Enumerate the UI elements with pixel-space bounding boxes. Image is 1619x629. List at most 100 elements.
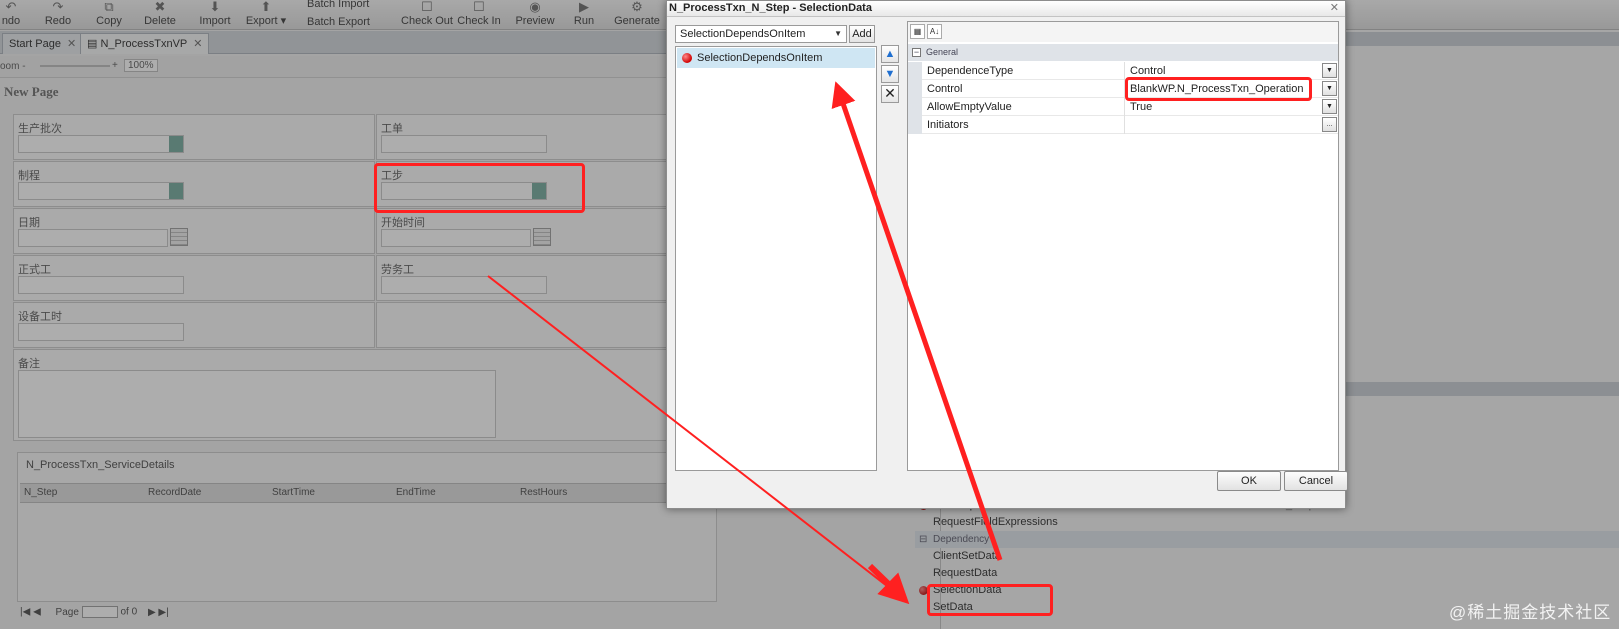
copy-icon: ⧉	[104, 0, 114, 14]
undo-button[interactable]: ↶ ndo	[0, 0, 22, 30]
equipment-hours-input[interactable]	[18, 323, 184, 341]
page-title: New Page	[4, 84, 59, 99]
property-row[interactable]: RequestData	[915, 565, 1619, 582]
remove-button[interactable]: ✕	[881, 85, 899, 103]
batch-input[interactable]	[18, 135, 184, 153]
form-canvas: 生产批次 工单 制程 工步 日期 开始时间 正式工 劳务工 设备工时 备注	[13, 114, 763, 454]
property-grid-toolbar: ▦ A↓	[908, 22, 1338, 42]
check-in-button[interactable]: ☐ Check In	[457, 0, 501, 30]
dropdown-icon[interactable]	[532, 183, 546, 199]
tab-start-page[interactable]: Start Page ✕	[2, 33, 84, 54]
grid-row-dependencetype[interactable]: DependenceType Control ▼	[908, 62, 1338, 80]
step-input[interactable]	[381, 182, 547, 200]
close-icon[interactable]: ✕	[193, 38, 202, 50]
required-dot-icon	[682, 53, 692, 63]
dropdown-button[interactable]: ▼	[1322, 63, 1337, 78]
ellipsis-button[interactable]: ...	[1322, 117, 1337, 132]
field-date[interactable]: 日期	[13, 208, 375, 254]
export-icon: ⬆	[260, 0, 272, 14]
page-icon: ▤	[87, 38, 101, 50]
page-number-input[interactable]	[81, 606, 118, 618]
move-up-button[interactable]: ▲	[881, 45, 899, 63]
preview-button[interactable]: ◉ Preview	[515, 0, 555, 30]
collapse-icon[interactable]: ⊟	[919, 531, 927, 548]
first-page-icon[interactable]: |◀ ◀	[20, 607, 41, 618]
batch-buttons: Batch Import Batch Export	[307, 0, 370, 31]
preview-icon: ◉	[529, 0, 541, 14]
redo-button[interactable]: ↷ Redo	[44, 0, 72, 30]
zoom-in-button[interactable]: +	[112, 60, 118, 71]
import-button[interactable]: ⬇ Import	[197, 0, 233, 30]
batch-import-button[interactable]: Batch Import	[307, 0, 370, 13]
categorized-icon[interactable]: ▦	[910, 24, 925, 39]
list-item[interactable]: SelectionDependsOnItem	[677, 48, 875, 68]
run-icon: ▶	[579, 0, 589, 14]
export-button[interactable]: ⬆ Export ▾	[245, 0, 287, 30]
grid-row-allowemptyvalue[interactable]: AllowEmptyValue True ▼	[908, 98, 1338, 116]
dropdown-icon[interactable]	[169, 136, 183, 152]
tab-n-processtxnvp[interactable]: ▤ N_ProcessTxnVP ✕	[80, 33, 210, 54]
property-grid: ▦ A↓ − General DependenceType Control ▼ …	[907, 21, 1339, 471]
add-button[interactable]: Add	[849, 25, 875, 43]
close-icon[interactable]: ✕	[1330, 1, 1339, 16]
property-row[interactable]: RequestFieldExpressions	[915, 514, 1619, 531]
copy-button[interactable]: ⧉ Copy	[94, 0, 124, 30]
arrow-down-icon: ▼	[884, 68, 896, 80]
ok-button[interactable]: OK	[1217, 471, 1281, 491]
zoom-bar: oom - + 100%	[0, 56, 680, 78]
redo-icon: ↷	[52, 0, 64, 14]
dropdown-button[interactable]: ▼	[1322, 99, 1337, 114]
cancel-button[interactable]: Cancel	[1284, 471, 1348, 491]
next-page-icon[interactable]: ▶ ▶|	[148, 607, 169, 618]
field-process[interactable]: 制程	[13, 161, 375, 207]
move-down-button[interactable]: ▼	[881, 65, 899, 83]
dependency-item-list: SelectionDependsOnItem	[675, 46, 877, 471]
chevron-down-icon: ▼	[834, 29, 842, 38]
property-row-selectiondata[interactable]: SelectionData	[915, 582, 1619, 599]
column-header[interactable]: EndTime	[396, 487, 436, 498]
column-header[interactable]: RestHours	[520, 487, 567, 498]
dialog-title: N_ProcessTxn_N_Step - SelectionData	[669, 2, 872, 14]
batch-export-button[interactable]: Batch Export	[307, 13, 370, 31]
sort-alphabetical-icon[interactable]: A↓	[927, 24, 942, 39]
arrow-up-icon: ▲	[884, 48, 896, 60]
property-row[interactable]: ClientSetData	[915, 548, 1619, 565]
column-header[interactable]: StartTime	[272, 487, 315, 498]
zoom-slider[interactable]	[40, 65, 110, 67]
column-header[interactable]: N_Step	[24, 487, 57, 498]
collapse-icon[interactable]: −	[912, 48, 921, 57]
watermark: @稀土掘金技术社区	[1449, 603, 1612, 622]
generate-button[interactable]: ⚙ Generate	[614, 0, 660, 30]
dropdown-button[interactable]: ▼	[1322, 81, 1337, 96]
category-dependency[interactable]: ⊟ Dependency	[915, 531, 1619, 548]
process-input[interactable]	[18, 182, 184, 200]
calendar-icon[interactable]	[533, 228, 551, 246]
delete-button[interactable]: ✖ Delete	[143, 0, 177, 30]
calendar-icon[interactable]	[170, 228, 188, 246]
generate-icon: ⚙	[631, 0, 643, 14]
field-remarks[interactable]: 备注	[13, 349, 763, 441]
pager: |◀ ◀ Page of 0 ▶ ▶|	[20, 606, 169, 618]
remarks-textarea[interactable]	[18, 370, 496, 438]
dropdown-icon[interactable]	[169, 183, 183, 199]
workorder-input[interactable]	[381, 135, 547, 153]
field-regular-worker[interactable]: 正式工	[13, 255, 375, 301]
labor-worker-input[interactable]	[381, 276, 547, 294]
grid-row-control[interactable]: Control BlankWP.N_ProcessTxn_Operation ▼	[908, 80, 1338, 98]
run-button[interactable]: ▶ Run	[572, 0, 596, 30]
date-input[interactable]	[18, 229, 168, 247]
checkout-icon: ☐	[421, 0, 433, 14]
check-out-button[interactable]: ☐ Check Out	[401, 0, 453, 30]
column-header[interactable]: RecordDate	[148, 487, 201, 498]
delete-icon: ✖	[154, 0, 166, 14]
field-equipment-hours[interactable]: 设备工时	[13, 302, 375, 348]
starttime-input[interactable]	[381, 229, 531, 247]
field-batch[interactable]: 生产批次	[13, 114, 375, 160]
grid-row-initiators[interactable]: Initiators ...	[908, 116, 1338, 134]
close-icon[interactable]: ✕	[67, 38, 76, 50]
dialog-titlebar: N_ProcessTxn_N_Step - SelectionData ✕	[667, 1, 1345, 17]
regular-worker-input[interactable]	[18, 276, 184, 294]
category-general[interactable]: − General	[908, 44, 1338, 61]
item-type-select[interactable]: SelectionDependsOnItem ▼	[675, 25, 847, 43]
zoom-value[interactable]: 100%	[124, 59, 158, 72]
